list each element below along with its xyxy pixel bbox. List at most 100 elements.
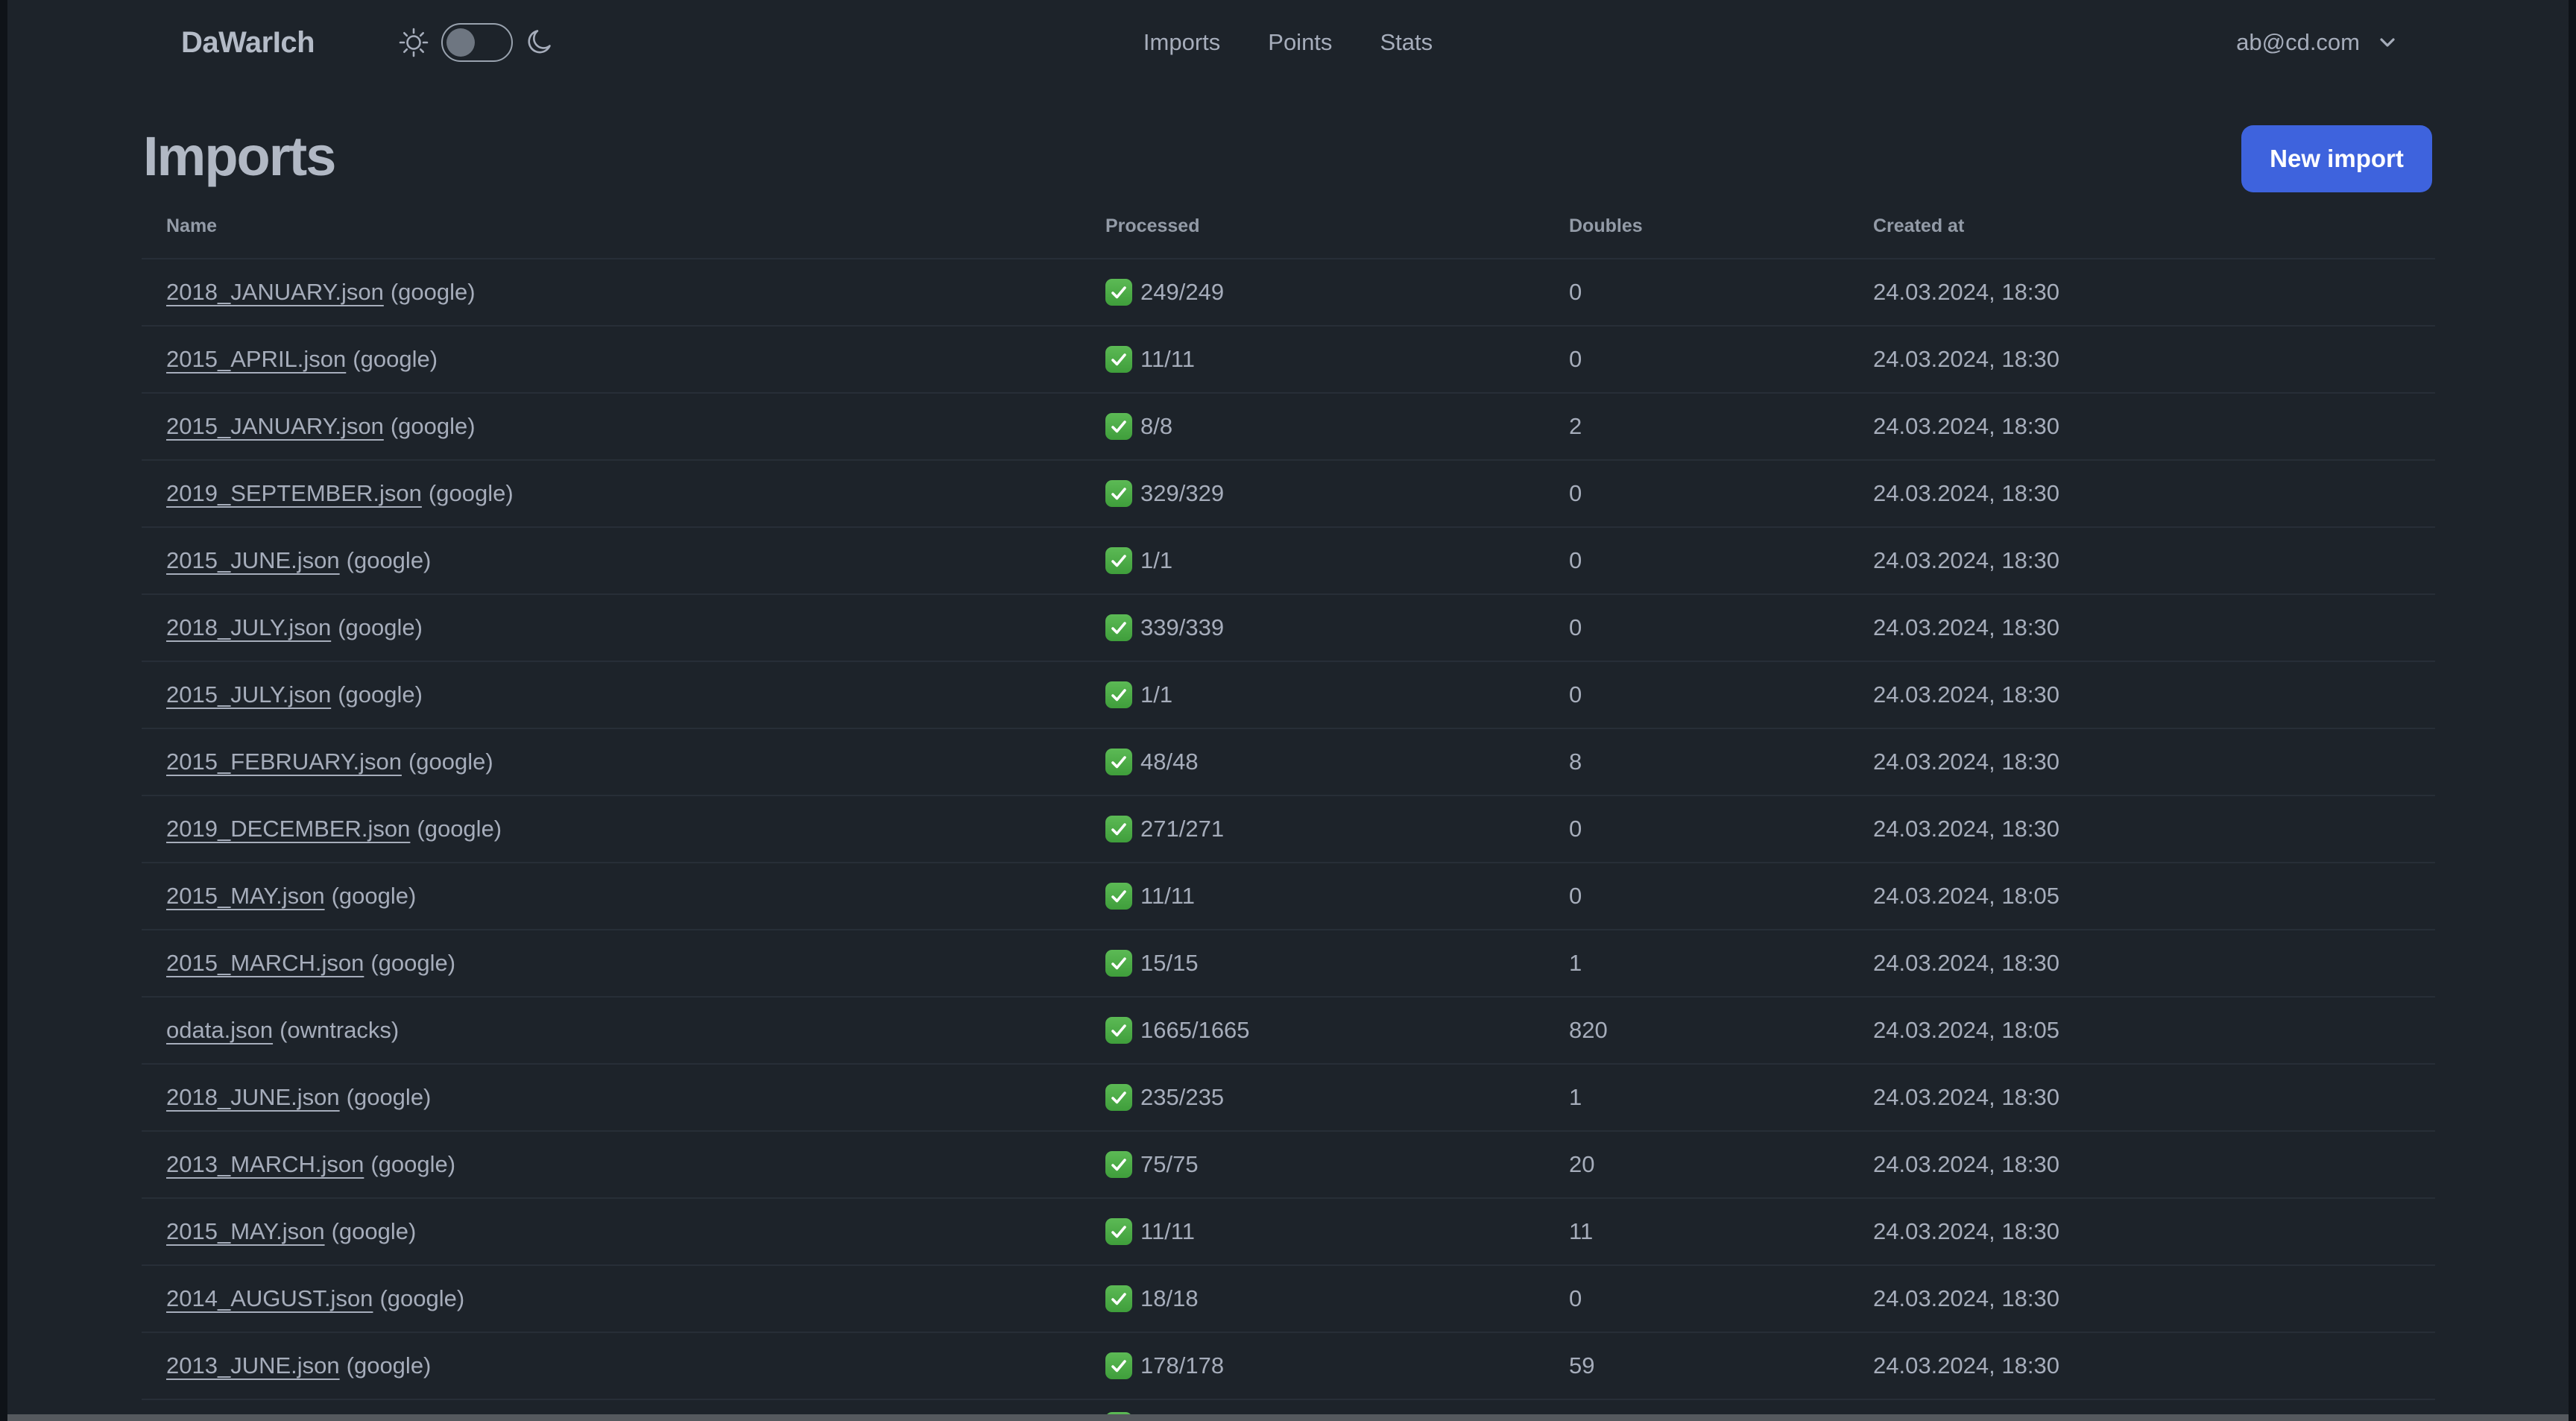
import-file-link[interactable]: 2015_JUNE.json xyxy=(166,547,340,573)
check-emoji xyxy=(1105,1151,1132,1178)
processed-cell: 11/11 xyxy=(1105,883,1569,910)
import-file-link[interactable]: 2015_JULY.json xyxy=(166,681,331,708)
processed-count: 339/339 xyxy=(1140,614,1225,640)
table-row: 2015_MAY.json (google) 11/11 0 24.03.2024… xyxy=(142,862,2435,929)
import-name-cell: 2015_FEBRUARY.json (google) xyxy=(142,749,1105,775)
user-menu[interactable]: ab@cd.com xyxy=(2236,29,2399,56)
import-name-cell: 2019_DECEMBER.json (google) xyxy=(142,816,1105,842)
import-file-link[interactable]: odata.json xyxy=(166,1017,273,1043)
import-source-label: (google) xyxy=(390,413,476,439)
table-header-row: Name Processed Doubles Created at xyxy=(142,194,2435,258)
import-name-cell: 2015_APRIL.json (google) xyxy=(142,346,1105,373)
column-header-name: Name xyxy=(166,215,218,236)
import-source-label: (google) xyxy=(331,883,417,909)
navbar: DaWarIch Imports Points Stats ab@cd.com xyxy=(0,0,2576,85)
doubles-count: 0 xyxy=(1569,883,1582,909)
moon-icon xyxy=(525,27,556,58)
check-emoji xyxy=(1105,681,1132,708)
import-file-link[interactable]: 2015_MAY.json xyxy=(166,883,325,909)
import-file-link[interactable]: 2015_FEBRUARY.json xyxy=(166,749,402,775)
import-source-label: (google) xyxy=(331,1218,417,1244)
import-file-link[interactable]: 2019_SEPTEMBER.json xyxy=(166,480,422,506)
import-file-link[interactable]: 2015_JANUARY.json xyxy=(166,413,384,439)
import-source-label: (google) xyxy=(346,1352,432,1379)
import-file-link[interactable]: 2014_AUGUST.json xyxy=(166,1285,373,1311)
table-row: 2015_JUNE.json (google) 1/1 0 24.03.2024,… xyxy=(142,526,2435,593)
created-at-value: 24.03.2024, 18:30 xyxy=(1873,950,2059,976)
import-file-link[interactable]: 2019_DECEMBER.json xyxy=(166,816,410,842)
doubles-count: 20 xyxy=(1569,1151,1595,1177)
created-at-value: 24.03.2024, 18:05 xyxy=(1873,883,2059,909)
import-name-cell: 2015_JANUARY.json (google) xyxy=(142,413,1105,440)
check-emoji xyxy=(1105,950,1132,977)
import-source-label: (google) xyxy=(353,346,438,372)
created-at-value: 24.03.2024, 18:30 xyxy=(1873,480,2059,506)
created-at-value: 24.03.2024, 18:30 xyxy=(1873,681,2059,708)
processed-count: 178/178 xyxy=(1140,1352,1225,1379)
import-name-cell: 2013_JUNE.json (google) xyxy=(142,1352,1105,1379)
import-source-label: (google) xyxy=(408,749,493,775)
import-file-link[interactable]: 2018_JANUARY.json xyxy=(166,279,384,305)
nav-link-points[interactable]: Points xyxy=(1268,29,1332,56)
import-source-label: (google) xyxy=(428,480,514,506)
column-header-doubles: Doubles xyxy=(1569,215,1643,236)
nav-link-stats[interactable]: Stats xyxy=(1380,29,1433,56)
check-emoji xyxy=(1105,1017,1132,1044)
processed-cell: 75/75 xyxy=(1105,1151,1569,1178)
import-file-link[interactable]: 2015_MAY.json xyxy=(166,1218,325,1244)
check-emoji xyxy=(1105,279,1132,306)
processed-count: 48/48 xyxy=(1140,749,1199,775)
created-at-value: 24.03.2024, 18:30 xyxy=(1873,1352,2059,1379)
brand-logo[interactable]: DaWarIch xyxy=(181,26,315,60)
processed-count: 1/1 xyxy=(1140,681,1173,708)
check-emoji xyxy=(1105,816,1132,842)
created-at-value: 24.03.2024, 18:30 xyxy=(1873,614,2059,640)
doubles-count: 2 xyxy=(1569,413,1582,439)
table-row: 2015_JANUARY.json (google) 8/8 2 24.03.20… xyxy=(142,392,2435,459)
processed-cell: 1/1 xyxy=(1105,547,1569,574)
import-source-label: (google) xyxy=(390,279,476,305)
processed-count: 235/235 xyxy=(1140,1084,1225,1110)
import-name-cell: 2018_JANUARY.json (google) xyxy=(142,279,1105,306)
table-row: 2014_AUGUST.json (google) 18/18 0 24.03.2… xyxy=(142,1264,2435,1332)
import-file-link[interactable]: 2015_APRIL.json xyxy=(166,346,346,372)
table-row: 2015_FEBRUARY.json (google) 48/48 8 24.03… xyxy=(142,728,2435,795)
main-nav: Imports Points Stats xyxy=(1143,29,1433,56)
processed-cell: 18/18 xyxy=(1105,1285,1569,1312)
import-file-link[interactable]: 2015_MARCH.json xyxy=(166,950,364,976)
import-name-cell: 2019_SEPTEMBER.json (google) xyxy=(142,480,1105,507)
import-name-cell: 2015_MAY.json (google) xyxy=(142,883,1105,910)
nav-link-imports[interactable]: Imports xyxy=(1143,29,1220,56)
processed-count: 1/1 xyxy=(1140,547,1173,573)
import-file-link[interactable]: 2018_JUNE.json xyxy=(166,1084,340,1110)
table-row: 2019_DECEMBER.json (google) 271/271 0 24.… xyxy=(142,795,2435,862)
doubles-count: 820 xyxy=(1569,1017,1608,1043)
processed-cell: 249/249 xyxy=(1105,279,1569,306)
new-import-button[interactable]: New import xyxy=(2241,125,2432,192)
import-source-label: (google) xyxy=(338,614,423,640)
table-row: 2018_JULY.json (google) 339/339 0 24.03.2… xyxy=(142,593,2435,661)
import-name-cell: 2015_MAY.json (google) xyxy=(142,1218,1105,1245)
created-at-value: 24.03.2024, 18:30 xyxy=(1873,1285,2059,1311)
processed-cell: 329/329 xyxy=(1105,480,1569,507)
import-name-cell: 2015_MARCH.json (google) xyxy=(142,950,1105,977)
import-source-label: (google) xyxy=(370,1151,456,1177)
doubles-count: 1 xyxy=(1569,1084,1582,1110)
processed-count: 11/11 xyxy=(1140,1218,1195,1244)
import-file-link[interactable]: 2013_MARCH.json xyxy=(166,1151,364,1177)
doubles-count: 0 xyxy=(1569,681,1582,708)
check-emoji xyxy=(1105,614,1132,641)
horizontal-scrollbar[interactable] xyxy=(0,1414,2576,1421)
table-row: 2018_JANUARY.json (google) 249/249 0 24.0… xyxy=(142,258,2435,325)
page-title: Imports xyxy=(143,125,336,187)
import-file-link[interactable]: 2018_JULY.json xyxy=(166,614,331,640)
theme-switch[interactable] xyxy=(441,23,514,62)
theme-toggle[interactable] xyxy=(398,23,556,62)
created-at-value: 24.03.2024, 18:30 xyxy=(1873,1084,2059,1110)
doubles-count: 11 xyxy=(1569,1218,1594,1244)
created-at-value: 24.03.2024, 18:30 xyxy=(1873,816,2059,842)
import-source-label: (google) xyxy=(417,816,502,842)
processed-count: 8/8 xyxy=(1140,413,1173,439)
import-name-cell: 2014_AUGUST.json (google) xyxy=(142,1285,1105,1312)
import-file-link[interactable]: 2013_JUNE.json xyxy=(166,1352,340,1379)
